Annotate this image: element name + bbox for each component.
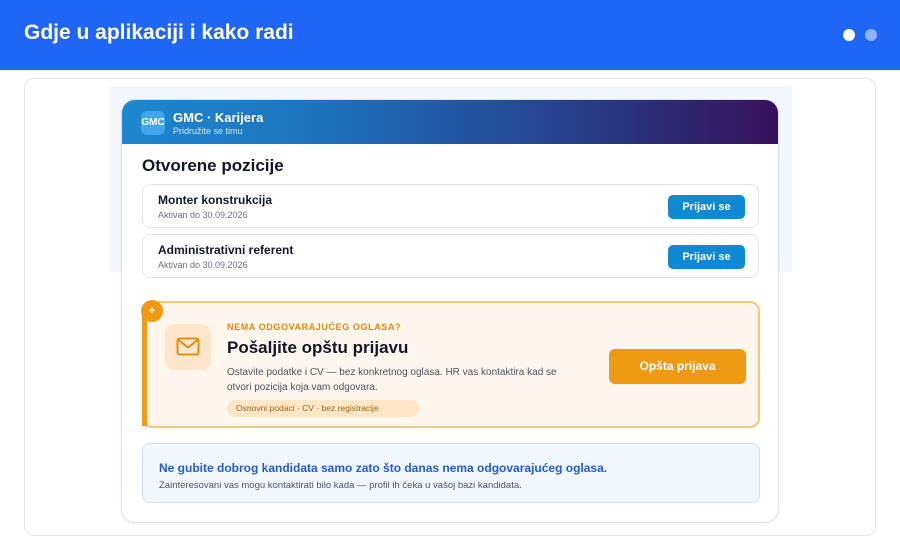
- apply-button[interactable]: Prijavi se: [668, 245, 745, 269]
- info-title: Ne gubite dobrog kandidata samo zato što…: [159, 461, 608, 475]
- general-application-button[interactable]: Opšta prijava: [609, 349, 746, 384]
- general-application-promo: + NEMA ODGOVARAJUĆEG OGLASA? Pošaljite o…: [141, 300, 760, 428]
- apply-button[interactable]: Prijavi se: [668, 195, 745, 219]
- mail-icon: [176, 337, 200, 356]
- gmc-logo: GMC: [141, 111, 165, 135]
- job-active-until: Aktivan do 30.09.2026: [158, 210, 248, 220]
- info-callout: Ne gubite dobrog kandidata samo zato što…: [142, 443, 760, 503]
- job-row: Monter konstrukcija Aktivan do 30.09.202…: [142, 184, 759, 228]
- job-title: Monter konstrukcija: [158, 193, 273, 207]
- career-card: GMC GMC · Karijera Pridružite se timu Ot…: [121, 99, 779, 523]
- banner-title: Gdje u aplikaciji i kako radi: [24, 21, 294, 44]
- plus-icon: +: [141, 300, 163, 322]
- promo-title: Pošaljite opštu prijavu: [227, 338, 409, 357]
- promo-description: Ostavite podatke i CV — bez konkretnog o…: [227, 367, 557, 393]
- job-title: Administrativni referent: [158, 243, 294, 257]
- card-header: GMC GMC · Karijera Pridružite se timu: [122, 100, 778, 144]
- promo-kicker: NEMA ODGOVARAJUĆEG OGLASA?: [227, 322, 402, 332]
- promo-accent-bar: [142, 313, 147, 426]
- section-title: Otvorene pozicije: [142, 156, 284, 175]
- pager-dot[interactable]: [865, 29, 877, 41]
- top-banner: Gdje u aplikaciji i kako radi: [0, 0, 900, 70]
- brand-subtitle: Pridružite se timu: [173, 126, 243, 136]
- brand-name: GMC · Karijera: [173, 110, 264, 125]
- mail-icon-box: [165, 324, 211, 370]
- info-description: Zainteresovani vas mogu kontaktirati bil…: [159, 480, 522, 491]
- job-row: Administrativni referent Aktivan do 30.0…: [142, 234, 759, 278]
- pager-dot-active[interactable]: [843, 29, 855, 41]
- job-active-until: Aktivan do 30.09.2026: [158, 260, 248, 270]
- promo-tag: Osnovni podaci · CV · bez registracije: [227, 400, 419, 417]
